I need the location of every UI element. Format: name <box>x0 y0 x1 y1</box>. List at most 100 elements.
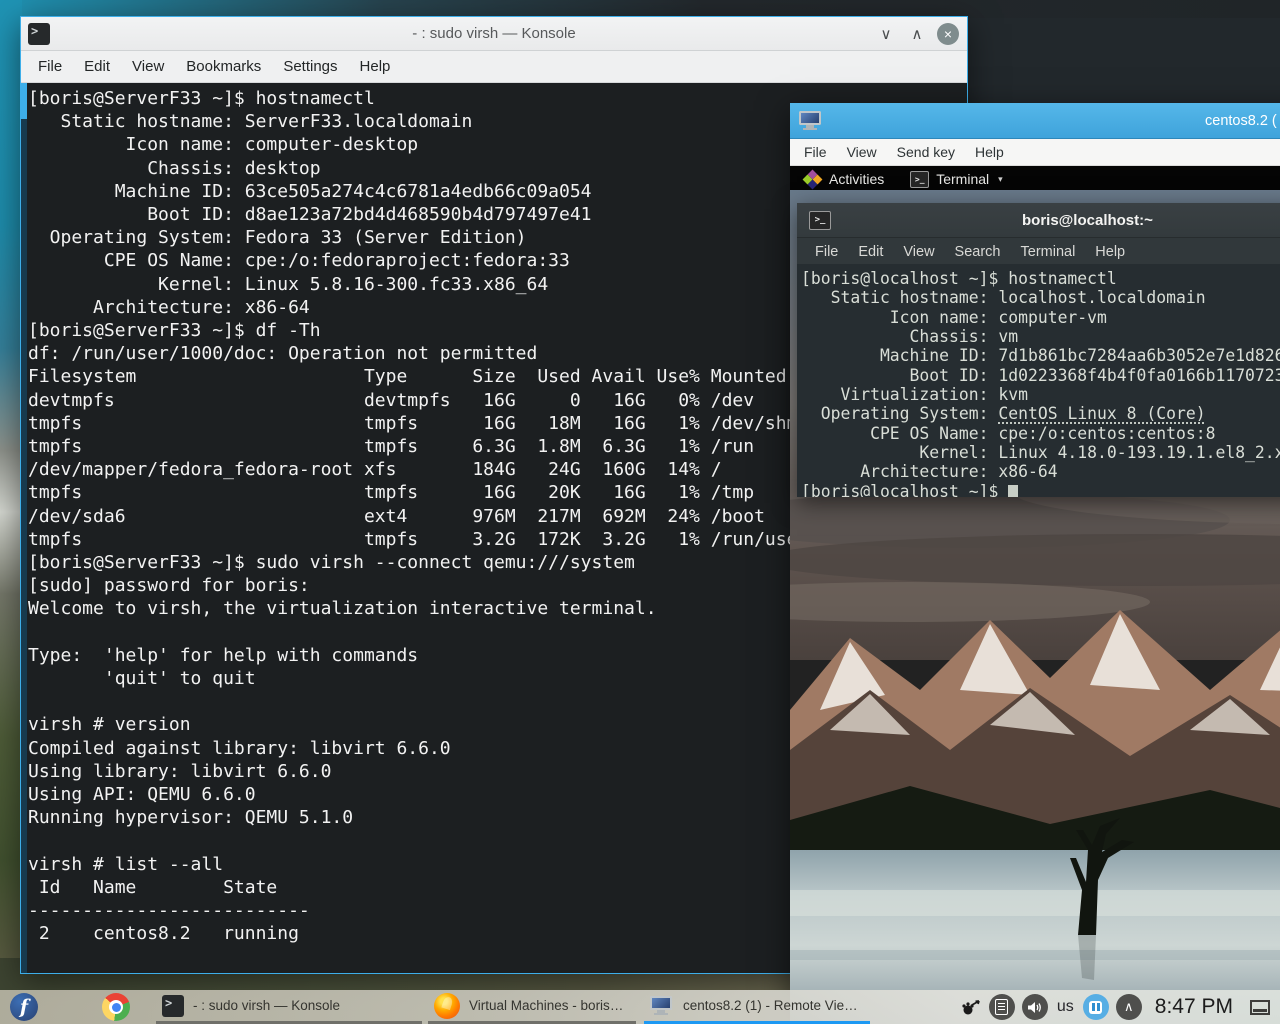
terminal-line: [boris@ServerF33 ~]$ hostnamectl <box>28 87 862 110</box>
gt-menu-edit[interactable]: Edit <box>848 241 893 263</box>
terminal-line: Filesystem Type Size Used Avail Use% Mou… <box>28 365 862 388</box>
maximize-button[interactable]: ∧ <box>906 23 928 45</box>
clipboard-tray-icon[interactable] <box>989 994 1015 1020</box>
gt-menu-view[interactable]: View <box>893 241 944 263</box>
terminal-line: Icon name: computer-vm <box>801 308 1280 327</box>
activities-button[interactable]: Activities <box>804 171 884 188</box>
terminal-line <box>28 621 862 644</box>
terminal-line: Compiled against library: libvirt 6.6.0 <box>28 737 862 760</box>
konsole-menu-edit[interactable]: Edit <box>73 54 121 79</box>
focused-app-label: Terminal <box>936 171 989 187</box>
terminal-line: Id Name State <box>28 876 862 899</box>
scrollbar-track[interactable] <box>21 83 27 973</box>
terminal-line: Chassis: desktop <box>28 157 862 180</box>
centos-logo-icon <box>804 171 821 188</box>
terminal-line: CPE OS Name: cpe:/o:fedoraproject:fedora… <box>28 249 862 272</box>
konsole-terminal-text: [boris@ServerF33 ~]$ hostnamectl Static … <box>28 87 862 969</box>
terminal-line: Machine ID: 63ce505a274c4c6781a4edb66c09… <box>28 180 862 203</box>
close-button[interactable]: × <box>937 23 959 45</box>
scrollbar-handle[interactable] <box>21 83 27 119</box>
gnome-terminal-titlebar[interactable]: >_ boris@localhost:~ <box>797 203 1280 238</box>
gnome-terminal-area[interactable]: [boris@localhost ~]$ hostnamectl Static … <box>797 264 1280 497</box>
media-pause-tray-icon[interactable] <box>1083 994 1109 1020</box>
remote-viewer-menubar: FileViewSend keyHelp <box>790 139 1280 166</box>
terminal-line <box>28 830 862 853</box>
terminal-line: Operating System: Fedora 33 (Server Edit… <box>28 226 862 249</box>
minimize-button[interactable]: ∨ <box>875 23 897 45</box>
gt-menu-help[interactable]: Help <box>1085 241 1135 263</box>
gnome-top-bar: Activities >_ Terminal ▾ Oc <box>790 166 1280 192</box>
terminal-icon: >_ <box>910 171 929 188</box>
terminal-line: Architecture: x86-64 <box>28 296 862 319</box>
rv-menu-help[interactable]: Help <box>965 141 1014 163</box>
konsole-menu-file[interactable]: File <box>27 54 73 79</box>
volume-tray-icon[interactable] <box>1022 994 1048 1020</box>
terminal-line: virsh # version <box>28 713 862 736</box>
terminal-line: Static hostname: ServerF33.localdomain <box>28 110 862 133</box>
terminal-line: Architecture: x86-64 <box>801 462 1280 481</box>
terminal-line: Static hostname: localhost.localdomain <box>801 288 1280 307</box>
gnome-terminal-app-icon: >_ <box>809 211 831 230</box>
terminal-line: tmpfs tmpfs 3.2G 172K 3.2G 1% /run/user/… <box>28 528 862 551</box>
activities-label: Activities <box>829 171 884 187</box>
task-label: centos8.2 (1) - Remote Viewer <box>683 998 860 1013</box>
remote-viewer-titlebar[interactable]: centos8.2 ( <box>790 103 1280 139</box>
konsole-icon: > <box>162 995 184 1017</box>
task-konsole[interactable]: > - : sudo virsh — Konsole <box>156 990 422 1024</box>
rv-menu-send-key[interactable]: Send key <box>887 141 965 163</box>
terminal-line: Using API: QEMU 6.6.0 <box>28 783 862 806</box>
gt-menu-file[interactable]: File <box>805 241 848 263</box>
terminal-hyperlink[interactable]: CentOS Linux 8 (Core) <box>998 404 1205 423</box>
konsole-menu-bookmarks[interactable]: Bookmarks <box>175 54 272 79</box>
konsole-menu-view[interactable]: View <box>121 54 175 79</box>
gt-menu-terminal[interactable]: Terminal <box>1011 241 1086 263</box>
terminal-line: Operating System: CentOS Linux 8 (Core) <box>801 404 1280 423</box>
konsole-titlebar[interactable]: > - : sudo virsh — Konsole ∨ ∧ × <box>21 17 967 51</box>
terminal-line: Using library: libvirt 6.6.0 <box>28 760 862 783</box>
fedora-launcher-icon[interactable]: f <box>10 993 38 1021</box>
task-label: - : sudo virsh — Konsole <box>193 998 340 1013</box>
terminal-line: [boris@ServerF33 ~]$ sudo virsh --connec… <box>28 551 862 574</box>
terminal-line: devtmpfs devtmpfs 16G 0 16G 0% /dev <box>28 389 862 412</box>
desktop: > - : sudo virsh — Konsole ∨ ∧ × FileEdi… <box>0 0 1280 1024</box>
gnome-terminal-text: [boris@localhost ~]$ hostnamectl Static … <box>801 269 1280 497</box>
chrome-launcher-icon[interactable] <box>102 993 130 1021</box>
keyboard-layout-indicator[interactable]: us <box>1057 998 1074 1016</box>
rv-menu-view[interactable]: View <box>837 141 887 163</box>
terminal-line: tmpfs tmpfs 6.3G 1.8M 6.3G 1% /run <box>28 435 862 458</box>
remote-viewer-title: centos8.2 ( <box>1205 103 1277 138</box>
rv-menu-file[interactable]: File <box>794 141 837 163</box>
gnome-terminal-window: >_ boris@localhost:~ FileEditViewSearchT… <box>797 203 1280 497</box>
terminal-cursor <box>1008 485 1018 497</box>
terminal-line: Boot ID: 1d0223368f4b4f0fa0166b1170723e <box>801 366 1280 385</box>
task-remote-viewer[interactable]: centos8.2 (1) - Remote Viewer <box>644 990 870 1024</box>
gt-menu-search[interactable]: Search <box>945 241 1011 263</box>
konsole-menubar: FileEditViewBookmarksSettingsHelp <box>21 51 967 83</box>
chevron-down-icon: ▾ <box>998 174 1003 185</box>
terminal-line: /dev/mapper/fedora_fedora-root xfs 184G … <box>28 458 862 481</box>
firefox-icon <box>434 993 460 1019</box>
terminal-line: Running hypervisor: QEMU 5.1.0 <box>28 806 862 829</box>
terminal-line: Chassis: vm <box>801 327 1280 346</box>
show-desktop-button[interactable] <box>1250 1000 1270 1015</box>
terminal-line: Machine ID: 7d1b861bc7284aa6b3052e7e1d82… <box>801 346 1280 365</box>
terminal-line: [boris@ServerF33 ~]$ df -Th <box>28 319 862 342</box>
task-virtual-machines[interactable]: Virtual Machines - boris@Se… <box>428 990 636 1024</box>
tray-expand-chevron-icon[interactable]: ∧ <box>1116 994 1142 1020</box>
remote-viewer-app-icon <box>799 111 823 131</box>
tray-status-icon[interactable] <box>960 997 982 1017</box>
terminal-line: Virtualization: kvm <box>801 385 1280 404</box>
system-tray: us ∧ 8:47 PM <box>960 994 1280 1020</box>
konsole-menu-settings[interactable]: Settings <box>272 54 348 79</box>
remote-viewer-icon <box>650 996 674 1016</box>
taskbar-clock[interactable]: 8:47 PM <box>1155 995 1233 1019</box>
konsole-menu-help[interactable]: Help <box>349 54 402 79</box>
task-label: Virtual Machines - boris@Se… <box>469 998 626 1013</box>
gnome-terminal-title: boris@localhost:~ <box>1022 212 1153 229</box>
terminal-line: virsh # list --all <box>28 853 862 876</box>
terminal-line: 'quit' to quit <box>28 667 862 690</box>
terminal-line <box>28 946 862 969</box>
remote-viewer-window: centos8.2 ( FileViewSend keyHelp Activit… <box>790 103 1280 1024</box>
terminal-line: tmpfs tmpfs 16G 18M 16G 1% /dev/shm <box>28 412 862 435</box>
focused-app-menu[interactable]: >_ Terminal ▾ <box>910 171 1002 188</box>
